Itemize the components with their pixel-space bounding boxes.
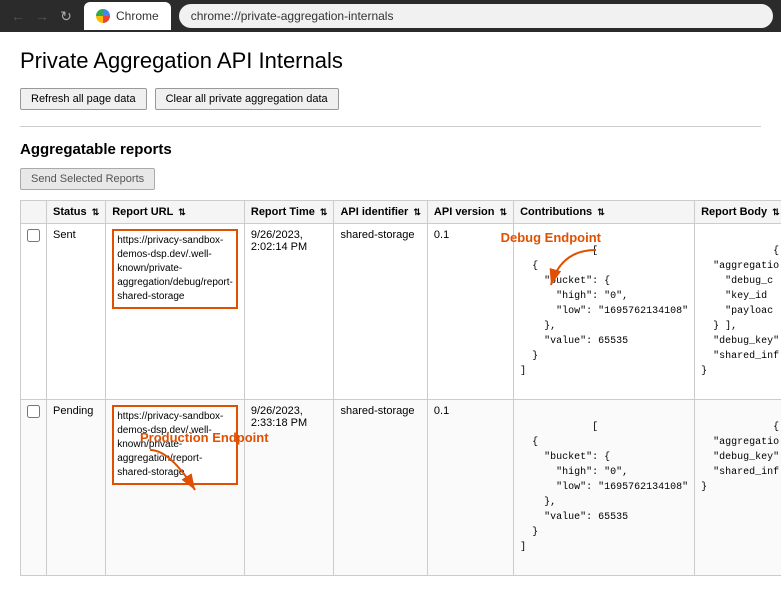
forward-button[interactable]: → bbox=[32, 6, 52, 26]
table-header-row: Status ⇅ Report URL ⇅ Report Time ⇅ API … bbox=[21, 201, 781, 224]
clear-data-button[interactable]: Clear all private aggregation data bbox=[155, 88, 339, 110]
row1-checkbox[interactable] bbox=[27, 229, 40, 242]
url-text: chrome://private-aggregation-internals bbox=[191, 9, 394, 23]
col-api-ver[interactable]: API version ⇅ bbox=[427, 201, 513, 224]
table-row: Sent https://privacy-sandbox-demos-dsp.d… bbox=[21, 224, 781, 400]
row1-checkbox-cell[interactable] bbox=[21, 224, 47, 400]
sort-arrow-api-ver: ⇅ bbox=[500, 207, 508, 217]
col-time[interactable]: Report Time ⇅ bbox=[244, 201, 334, 224]
row2-status: Pending bbox=[47, 400, 106, 576]
refresh-page-button[interactable]: Refresh all page data bbox=[20, 88, 147, 110]
section-title: Aggregatable reports bbox=[20, 141, 761, 158]
divider bbox=[20, 126, 761, 127]
sort-arrow-time: ⇅ bbox=[320, 207, 328, 217]
page-content: Private Aggregation API Internals Refres… bbox=[0, 32, 781, 592]
reports-table: Status ⇅ Report URL ⇅ Report Time ⇅ API … bbox=[20, 200, 781, 576]
row2-api-ver: 0.1 bbox=[427, 400, 513, 576]
sort-arrow-body: ⇅ bbox=[772, 207, 780, 217]
row2-time: 9/26/2023, 2:33:18 PM bbox=[244, 400, 334, 576]
col-api-id[interactable]: API identifier ⇅ bbox=[334, 201, 427, 224]
col-body[interactable]: Report Body ⇅ bbox=[695, 201, 781, 224]
sort-arrow-api-id: ⇅ bbox=[413, 207, 421, 217]
row1-body: { "aggregatio "debug_c "key_id "payloac … bbox=[695, 224, 781, 400]
tab-title: Chrome bbox=[116, 9, 159, 23]
refresh-button[interactable]: ↻ bbox=[56, 6, 76, 26]
row1-api-ver: 0.1 bbox=[427, 224, 513, 400]
toolbar: Refresh all page data Clear all private … bbox=[20, 88, 761, 110]
row2-checkbox-cell[interactable] bbox=[21, 400, 47, 576]
row1-url-box: https://privacy-sandbox-demos-dsp.dev/.w… bbox=[112, 229, 238, 309]
browser-tab[interactable]: Chrome bbox=[84, 2, 171, 30]
address-bar[interactable]: chrome://private-aggregation-internals bbox=[179, 4, 773, 28]
row2-url: https://privacy-sandbox-demos-dsp.dev/.w… bbox=[106, 400, 245, 576]
row2-url-box: https://privacy-sandbox-demos-dsp.dev/.w… bbox=[112, 405, 238, 485]
col-url[interactable]: Report URL ⇅ bbox=[106, 201, 245, 224]
sort-arrow-contributions: ⇅ bbox=[597, 207, 605, 217]
row1-status: Sent bbox=[47, 224, 106, 400]
col-contributions[interactable]: Contributions ⇅ bbox=[514, 201, 695, 224]
table-row: Pending https://privacy-sandbox-demos-ds… bbox=[21, 400, 781, 576]
row2-checkbox[interactable] bbox=[27, 405, 40, 418]
browser-chrome: ← → ↻ Chrome chrome://private-aggregatio… bbox=[0, 0, 781, 32]
row1-time: 9/26/2023, 2:02:14 PM bbox=[244, 224, 334, 400]
chrome-favicon bbox=[96, 9, 110, 23]
row2-body: { "aggregatio "debug_key" "shared_inf } bbox=[695, 400, 781, 576]
row2-contributions: [ { "bucket": { "high": "0", "low": "169… bbox=[514, 400, 695, 576]
reports-table-wrapper: Debug Endpoint Status ⇅ bbox=[20, 200, 761, 576]
send-selected-button[interactable]: Send Selected Reports bbox=[20, 168, 155, 190]
page-title: Private Aggregation API Internals bbox=[20, 48, 761, 74]
col-checkbox bbox=[21, 201, 47, 224]
row2-api-id: shared-storage bbox=[334, 400, 427, 576]
row1-api-id: shared-storage bbox=[334, 224, 427, 400]
col-status[interactable]: Status ⇅ bbox=[47, 201, 106, 224]
row1-contributions: [ { "bucket": { "high": "0", "low": "169… bbox=[514, 224, 695, 400]
row1-url: https://privacy-sandbox-demos-dsp.dev/.w… bbox=[106, 224, 245, 400]
back-button[interactable]: ← bbox=[8, 6, 28, 26]
sort-arrow-status: ⇅ bbox=[92, 207, 100, 217]
nav-buttons: ← → ↻ bbox=[8, 6, 76, 26]
sort-arrow-url: ⇅ bbox=[178, 207, 186, 217]
